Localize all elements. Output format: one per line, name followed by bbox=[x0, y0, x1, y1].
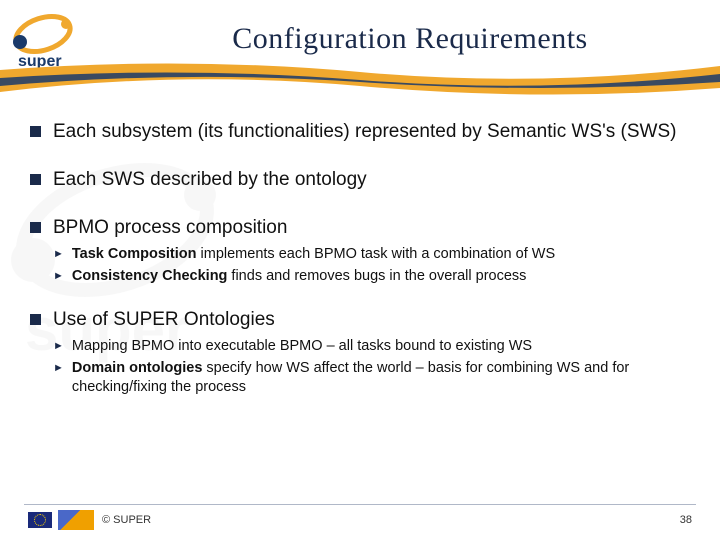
bullet-text: Each subsystem (its functionalities) rep… bbox=[53, 120, 676, 144]
sub-bullet-item: ► Domain ontologies specify how WS affec… bbox=[53, 359, 690, 395]
triangle-icon: ► bbox=[53, 270, 64, 285]
bullet-square-icon bbox=[30, 314, 41, 325]
bullet-text: Each SWS described by the ontology bbox=[53, 168, 367, 192]
sub-bullet-text: Task Composition implements each BPMO ta… bbox=[72, 245, 555, 263]
triangle-icon: ► bbox=[53, 362, 64, 395]
bullet-text: BPMO process composition bbox=[53, 216, 690, 240]
bullet-square-icon bbox=[30, 174, 41, 185]
bullet-item: Each SWS described by the ontology bbox=[30, 168, 690, 192]
bullet-square-icon bbox=[30, 222, 41, 233]
copyright-text: © SUPER bbox=[102, 514, 151, 526]
sub-bullet-item: ► Consistency Checking finds and removes… bbox=[53, 267, 690, 285]
bullet-item: Use of SUPER Ontologies ► Mapping BPMO i… bbox=[30, 308, 690, 400]
sub-bullet-text: Domain ontologies specify how WS affect … bbox=[72, 359, 690, 395]
slide-title: Configuration Requirements bbox=[120, 22, 700, 56]
eu-flag-icon bbox=[28, 512, 52, 528]
bullet-text: Use of SUPER Ontologies bbox=[53, 308, 690, 332]
slide-footer: © SUPER 38 bbox=[0, 504, 720, 540]
slide-header: super Configuration Requirements bbox=[0, 0, 720, 92]
triangle-icon: ► bbox=[53, 248, 64, 263]
sub-bullet-list: ► Task Composition implements each BPMO … bbox=[53, 245, 690, 285]
sub-bullet-list: ► Mapping BPMO into executable BPMO – al… bbox=[53, 337, 690, 395]
sub-bullet-item: ► Mapping BPMO into executable BPMO – al… bbox=[53, 337, 690, 355]
footer-divider bbox=[24, 504, 696, 505]
bullet-item: Each subsystem (its functionalities) rep… bbox=[30, 120, 690, 144]
sub-bullet-text: Mapping BPMO into executable BPMO – all … bbox=[72, 337, 532, 355]
triangle-icon: ► bbox=[53, 340, 64, 355]
sub-bullet-item: ► Task Composition implements each BPMO … bbox=[53, 245, 690, 263]
bullet-item: BPMO process composition ► Task Composit… bbox=[30, 216, 690, 290]
bullet-square-icon bbox=[30, 126, 41, 137]
ist-logo-icon bbox=[58, 510, 94, 530]
page-number: 38 bbox=[680, 514, 692, 526]
sub-bullet-text: Consistency Checking finds and removes b… bbox=[72, 267, 527, 285]
slide-content: Each subsystem (its functionalities) rep… bbox=[0, 92, 720, 400]
